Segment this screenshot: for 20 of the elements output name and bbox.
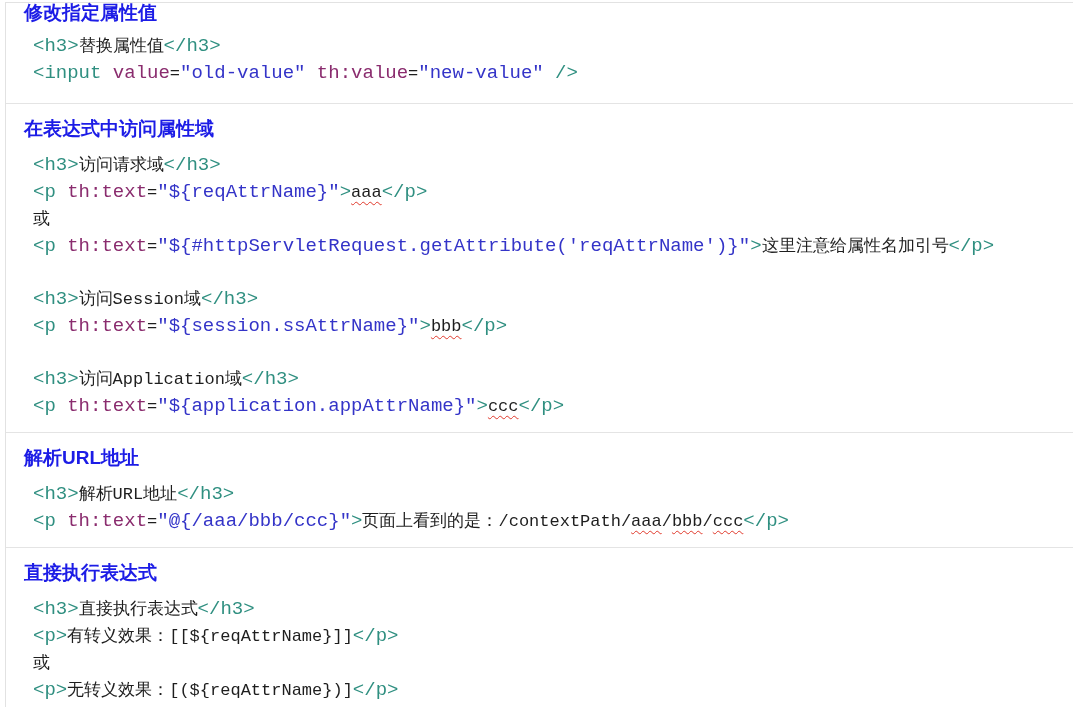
section-heading: 在表达式中访问属性域 [24,117,215,141]
code-line: <p th:text="@{/aaa/bbb/ccc}">页面上看到的是：/contextPath/aaa/bbb/ccc</p> [33,509,790,534]
code-line: 或 [33,653,51,675]
code-line: 或 [33,209,51,231]
code-line: <p th:text="${#httpServletRequest.getAttribute('reqAttrName')}">这里注意给属性名加引号</p> [33,234,996,259]
section-heading: 修改指定属性值 [24,3,158,23]
code-line: <h3>替换属性值</h3> [33,34,222,59]
code-line: <h3>解析URL地址</h3> [33,482,236,507]
code-line: <p th:text="${application.appAttrName}">ccc</p> [33,394,566,419]
section-heading: 直接执行表达式 [24,561,158,585]
code-line: <p>有转义效果：[[${reqAttrName}]]</p> [33,624,400,649]
code-line: <h3>访问请求域</h3> [33,153,222,178]
section-heading: 解析URL地址 [24,446,141,470]
code-line: <p th:text="${session.ssAttrName}">bbb</p> [33,314,509,339]
code-line: <h3>直接执行表达式</h3> [33,597,256,622]
code-line: <p>无转义效果：[(${reqAttrName})]</p> [33,678,400,703]
code-line: <h3>访问Application域</h3> [33,367,300,392]
code-line: <input value="old-value" th:value="new-value" /> [33,61,579,86]
code-line: <h3>访问Session域</h3> [33,287,260,312]
code-line: <p th:text="${reqAttrName}">aaa</p> [33,180,429,205]
